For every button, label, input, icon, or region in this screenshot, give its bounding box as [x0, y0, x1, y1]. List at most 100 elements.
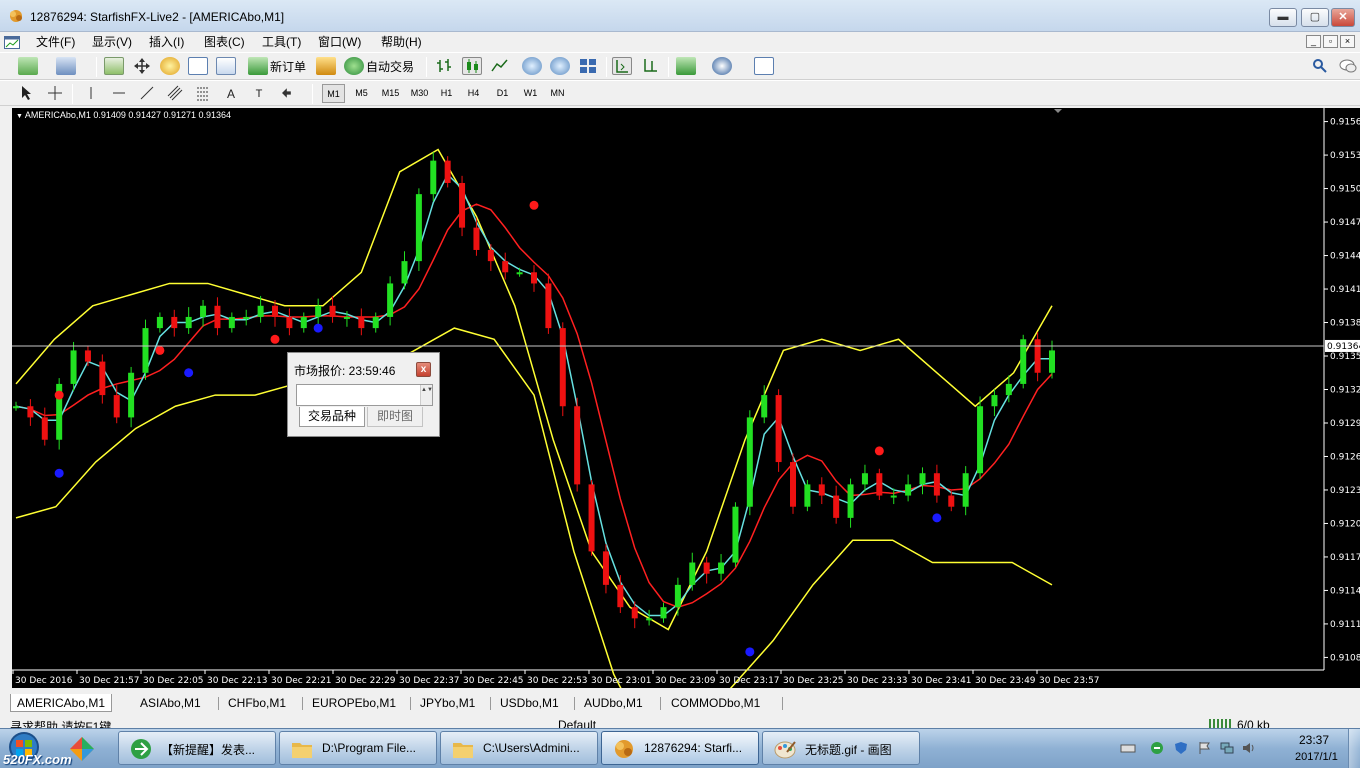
chart-tab-jpybo[interactable]: JPYbo,M1: [420, 694, 475, 712]
auto-trading-icon[interactable]: [344, 57, 364, 75]
periods-icon[interactable]: [712, 57, 732, 75]
menu-file[interactable]: 文件(F): [36, 33, 75, 51]
new-chart-icon[interactable]: [18, 57, 38, 75]
candle: [732, 506, 739, 563]
crosshair-icon[interactable]: [46, 85, 64, 103]
vertical-line-icon[interactable]: [82, 85, 100, 103]
chart-plot-area: [12, 108, 1324, 670]
menu-insert[interactable]: 插入(I): [149, 33, 184, 51]
taskbar-item-metatrader[interactable]: 12876294: Starfi...: [601, 731, 759, 765]
timeframe-m1-button[interactable]: M1: [322, 84, 345, 103]
market-watch-close-button[interactable]: x: [416, 362, 431, 377]
bar-chart-icon[interactable]: [434, 57, 454, 75]
timeframe-w1-button[interactable]: W1: [519, 84, 542, 103]
y-tick-label: 0.91505: [1330, 185, 1360, 195]
close-button[interactable]: ✕: [1331, 8, 1355, 27]
profiles-icon[interactable]: [56, 57, 76, 75]
data-window-icon[interactable]: [188, 57, 208, 75]
menu-window[interactable]: 窗口(W): [318, 33, 361, 51]
timeframe-m15-button[interactable]: M15: [377, 84, 404, 103]
search-icon[interactable]: [1310, 57, 1330, 75]
maximize-button[interactable]: ▢: [1301, 8, 1329, 27]
zoom-out-icon[interactable]: [550, 57, 570, 75]
chat-icon[interactable]: [1338, 57, 1358, 75]
candle: [387, 283, 394, 317]
chart-tab-usdbo[interactable]: USDbo,M1: [500, 694, 559, 712]
chart-window-icon[interactable]: [4, 36, 20, 49]
sell-signal-dot: [155, 345, 165, 355]
taskbar-item-folder-program-files[interactable]: D:\Program File...: [279, 731, 437, 765]
chart-tab-europebo[interactable]: EUROPEbo,M1: [312, 694, 396, 712]
clock-date[interactable]: 2017/1/1: [1295, 751, 1338, 763]
tab-symbols[interactable]: 交易品种: [299, 407, 365, 427]
trendline-icon[interactable]: [138, 85, 156, 103]
zoom-in-icon[interactable]: [522, 57, 542, 75]
show-desktop-button[interactable]: [1348, 729, 1360, 768]
menu-tools[interactable]: 工具(T): [262, 33, 301, 51]
chart-header-ohlc: ▼ AMERICAbo,M1 0.91409 0.91427 0.91271 0…: [16, 110, 232, 120]
candle: [933, 473, 940, 496]
market-watch-scrollbar[interactable]: ▲▼: [420, 385, 433, 405]
timeframe-h1-button[interactable]: H1: [435, 84, 458, 103]
auto-scroll-icon[interactable]: [612, 57, 632, 75]
taskbar-item-browser[interactable]: 【新提醒】发表...: [118, 731, 276, 765]
mdi-close-button[interactable]: ×: [1340, 35, 1355, 48]
taskbar-item-folder-users[interactable]: C:\Users\Admini...: [440, 731, 598, 765]
security-center-icon[interactable]: [1149, 741, 1165, 755]
horizontal-line-icon[interactable]: [110, 85, 128, 103]
tab-tick-chart[interactable]: 即时图: [367, 407, 423, 427]
templates-icon[interactable]: [754, 57, 774, 75]
candle: [214, 305, 221, 329]
line-chart-icon[interactable]: [490, 57, 510, 75]
timeframe-m5-button[interactable]: M5: [350, 84, 373, 103]
strategy-tester-icon[interactable]: [216, 57, 236, 75]
keyboard-icon[interactable]: [1120, 741, 1136, 755]
candle: [257, 305, 264, 317]
volume-icon[interactable]: [1241, 741, 1257, 755]
mdi-minimize-button[interactable]: _: [1306, 35, 1321, 48]
network-icon[interactable]: [1219, 741, 1235, 755]
menu-help[interactable]: 帮助(H): [381, 33, 422, 51]
menu-charts[interactable]: 图表(C): [204, 33, 245, 51]
text-label-icon[interactable]: T: [250, 85, 268, 103]
timeframe-d1-button[interactable]: D1: [491, 84, 514, 103]
flag-icon[interactable]: [1197, 741, 1213, 755]
shield-icon[interactable]: [1173, 741, 1189, 755]
timeframe-m30-button[interactable]: M30: [406, 84, 433, 103]
chart-tab-audbo[interactable]: AUDbo,M1: [584, 694, 643, 712]
new-order-icon[interactable]: [248, 57, 268, 75]
arrows-icon[interactable]: [278, 85, 296, 103]
clock-time[interactable]: 23:37: [1299, 733, 1329, 747]
price-chart[interactable]: 0.91565 0.91535 0.91505 0.91475 0.91445 0.914…: [12, 108, 1360, 688]
menu-view[interactable]: 显示(V): [92, 33, 132, 51]
timeframe-mn-button[interactable]: MN: [545, 84, 570, 103]
candlestick-icon[interactable]: [462, 57, 482, 75]
status-profile[interactable]: Default: [558, 718, 596, 728]
mdi-restore-button[interactable]: ▫: [1323, 35, 1338, 48]
tile-windows-icon[interactable]: [578, 57, 598, 75]
market-watch-window[interactable]: 市场报价: 23:59:46 x ▲▼ 交易品种 即时图: [287, 352, 440, 437]
metaeditor-icon[interactable]: [316, 57, 336, 75]
auto-trading-button[interactable]: 自动交易: [366, 58, 414, 75]
text-tool-icon[interactable]: A: [222, 85, 240, 103]
chart-tab-chfbo[interactable]: CHFbo,M1: [228, 694, 286, 712]
new-order-button[interactable]: 新订单: [270, 58, 306, 75]
navigator-icon[interactable]: [132, 57, 152, 75]
pinned-app-icon[interactable]: [62, 732, 102, 766]
chart-tab-americabo[interactable]: AMERICAbo,M1: [10, 694, 113, 712]
market-watch-icon[interactable]: [104, 57, 124, 75]
chart-tab-commodbo[interactable]: COMMODbo,M1: [671, 694, 760, 712]
fibonacci-icon[interactable]: [194, 85, 212, 103]
chart-tab-asiabo[interactable]: ASIAbo,M1: [140, 694, 201, 712]
taskbar-item-label: C:\Users\Admini...: [483, 741, 580, 755]
taskbar-item-paint[interactable]: 无标题.gif - 画图: [762, 731, 920, 765]
chart-shift-icon[interactable]: [640, 57, 660, 75]
favorites-icon[interactable]: [160, 57, 180, 75]
status-traffic: 6/0 kb: [1237, 718, 1270, 728]
indicators-icon[interactable]: [676, 57, 696, 75]
equidistant-channel-icon[interactable]: [166, 85, 184, 103]
minimize-button[interactable]: ▬: [1269, 8, 1297, 27]
timeframe-h4-button[interactable]: H4: [462, 84, 485, 103]
cursor-icon[interactable]: [18, 85, 36, 103]
market-watch-list[interactable]: ▲▼: [296, 384, 433, 406]
